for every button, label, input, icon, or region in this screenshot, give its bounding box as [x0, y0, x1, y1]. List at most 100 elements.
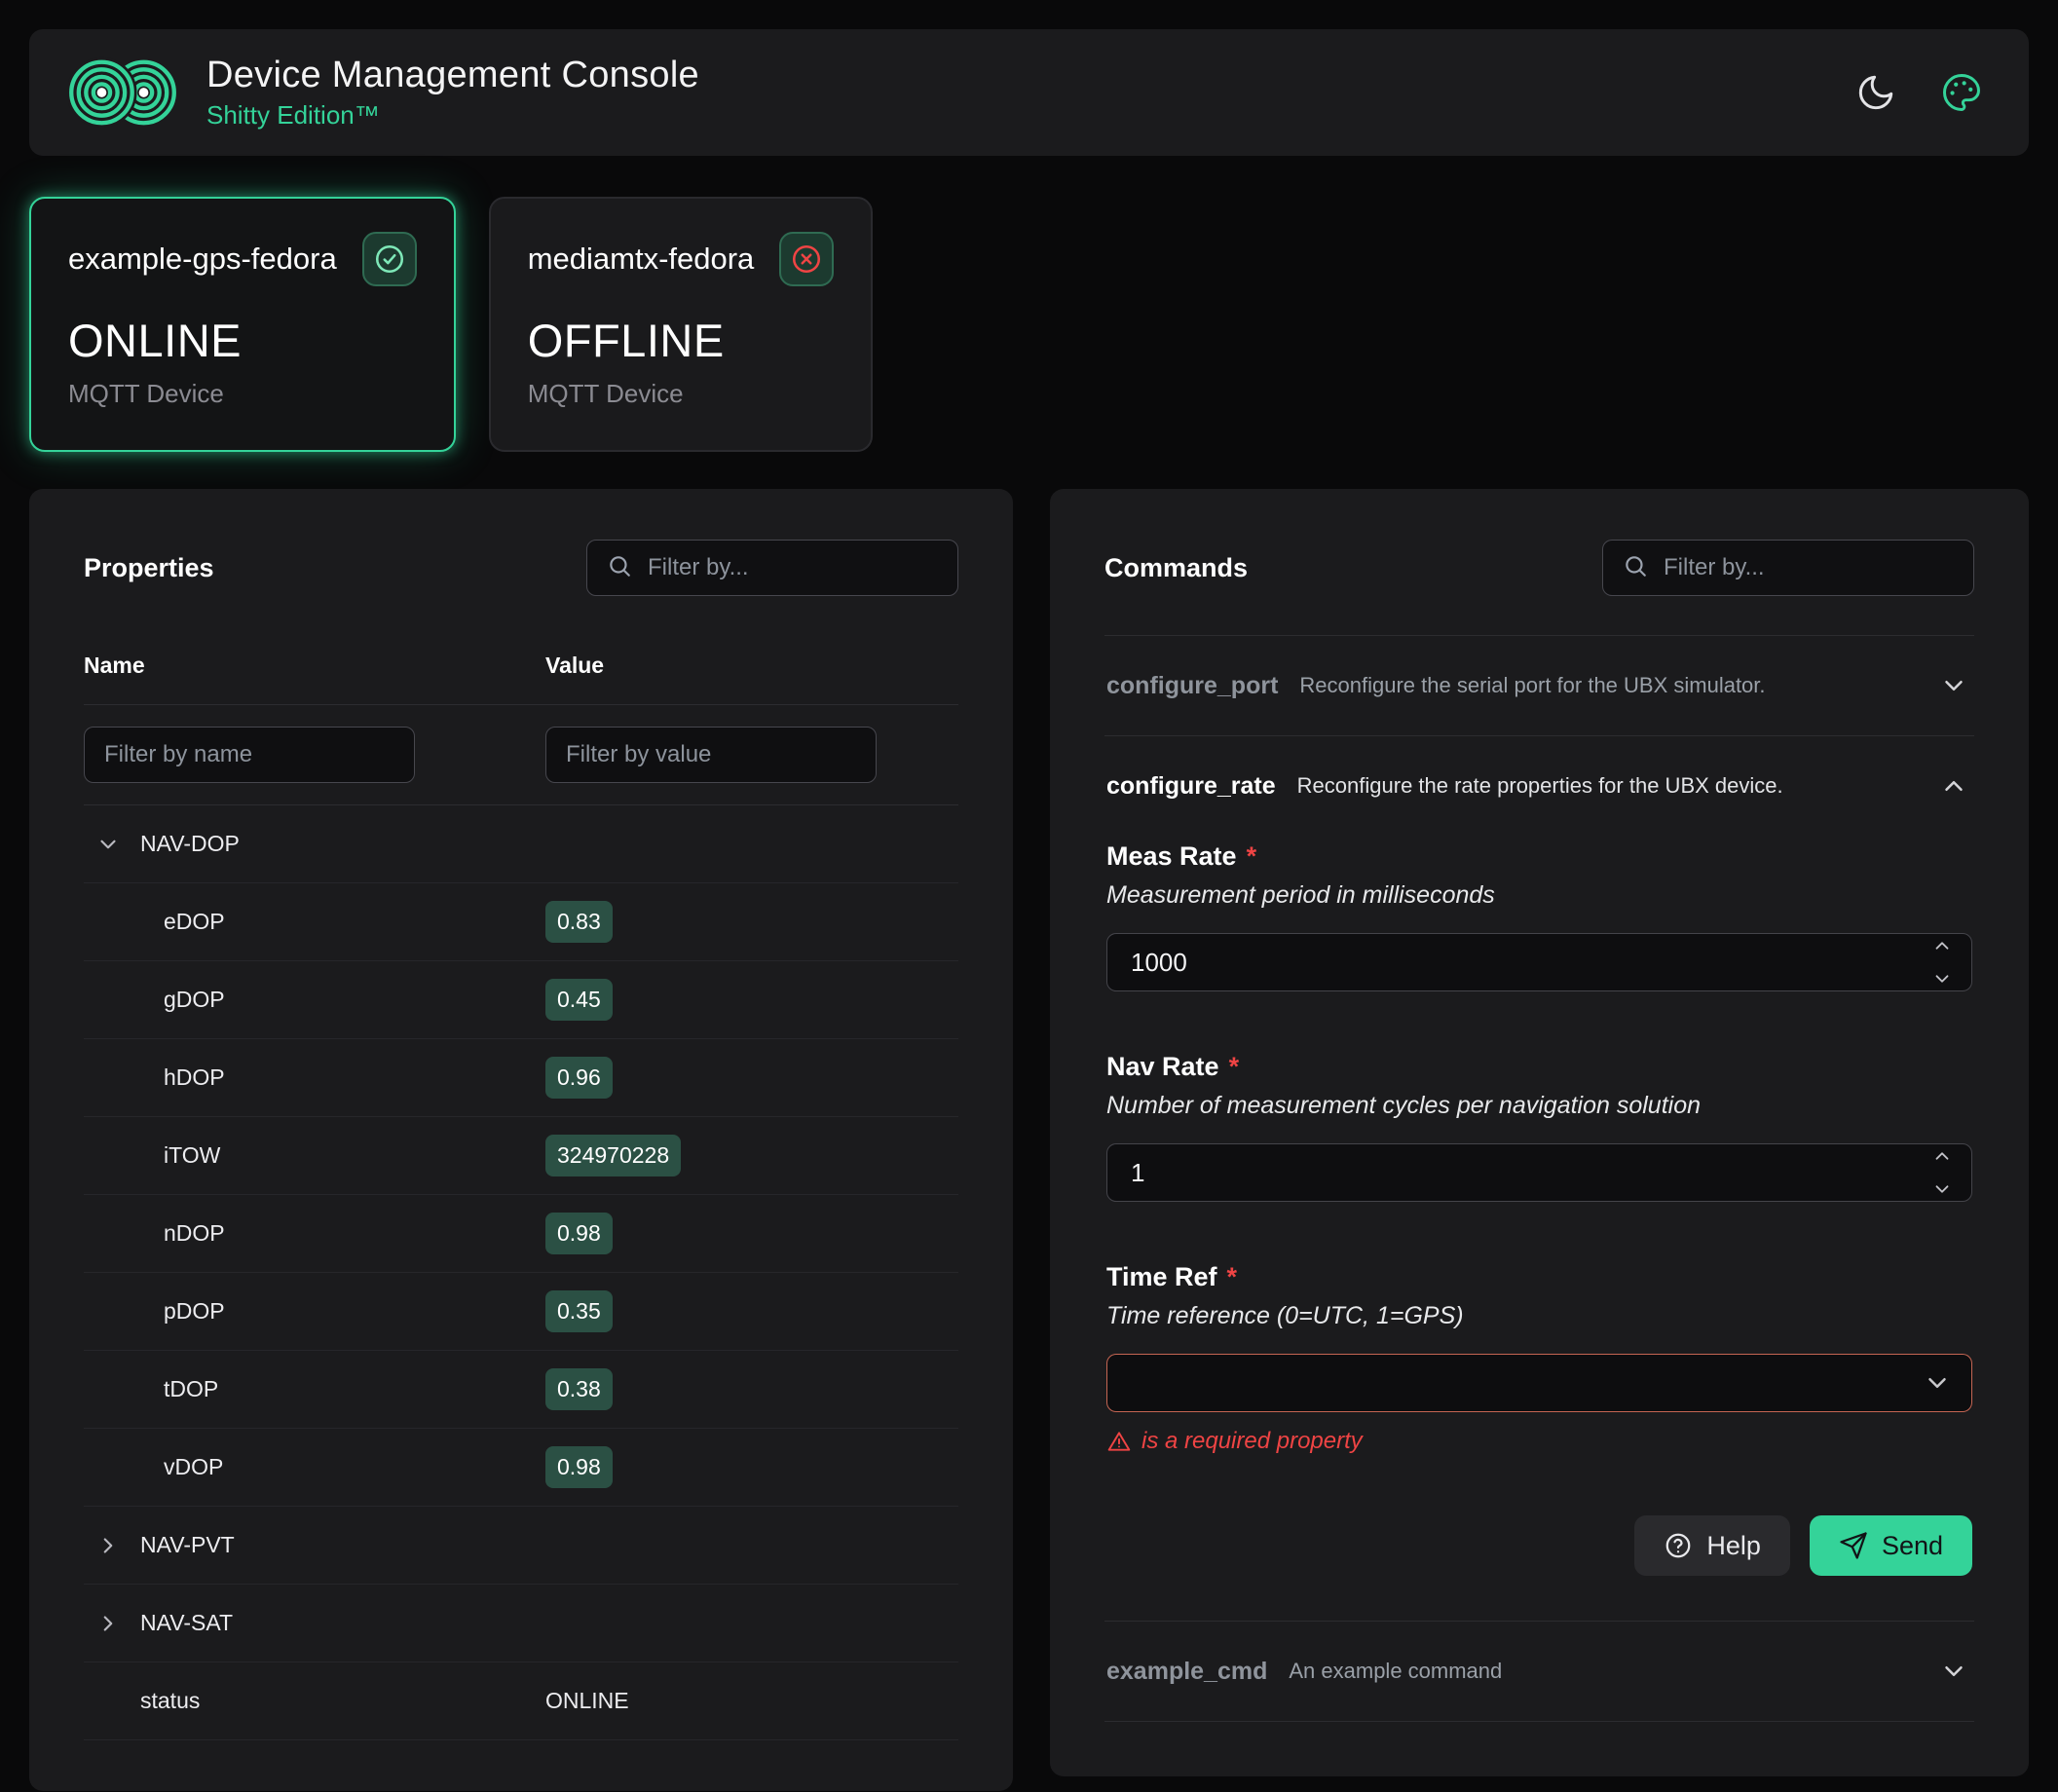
spinner-up-button[interactable]: [1931, 1145, 1953, 1167]
device-status-badge: [779, 232, 834, 286]
spinner-down-button[interactable]: [1931, 968, 1953, 989]
command-name: configure_port: [1106, 672, 1278, 700]
field-description: Number of measurement cycles per navigat…: [1106, 1092, 1972, 1120]
chevron-down-icon: [95, 832, 121, 857]
property-label: status: [140, 1688, 200, 1714]
property-value-cell: 0.83: [545, 901, 958, 943]
field-label-text: Meas Rate: [1106, 841, 1237, 871]
main-content: Properties Name Value: [29, 489, 2029, 1791]
property-label: hDOP: [164, 1064, 225, 1091]
help-button[interactable]: Help: [1634, 1515, 1790, 1576]
command-header-configure_port[interactable]: configure_portReconfigure the serial por…: [1104, 636, 1974, 735]
property-row-eDOP: eDOP0.83: [84, 883, 958, 961]
property-value-cell: ONLINE: [545, 1688, 958, 1714]
property-value-cell: 0.98: [545, 1446, 958, 1488]
chevron-right-icon: [95, 1611, 121, 1636]
commands-panel: Commands configure_portReconfigure the s…: [1050, 489, 2029, 1776]
chevron-up-icon: [1931, 1155, 1953, 1170]
commands-title: Commands: [1104, 553, 1248, 583]
property-value: ONLINE: [545, 1688, 629, 1713]
property-row-NAV-SAT[interactable]: NAV-SAT: [84, 1585, 958, 1662]
field-time-ref: Time Ref * Time reference (0=UTC, 1=GPS) is…: [1106, 1262, 1972, 1455]
number-input[interactable]: [1106, 933, 1972, 991]
command-header-configure_rate[interactable]: configure_rateReconfigure the rate prope…: [1104, 736, 1974, 836]
property-value-cell: 0.38: [545, 1368, 958, 1410]
field-label-text: Time Ref: [1106, 1262, 1217, 1291]
device-type: MQTT Device: [528, 379, 835, 409]
alert-triangle-icon: [1106, 1429, 1132, 1454]
field-error-text: is a required property: [1141, 1428, 1363, 1455]
property-value: 0.98: [545, 1446, 613, 1488]
property-name-cell: eDOP: [84, 909, 545, 935]
spinner-up-button[interactable]: [1931, 935, 1953, 956]
chevron-down-icon: [1939, 1657, 1968, 1686]
spinner: [1931, 933, 1953, 991]
field-error: is a required property: [1106, 1428, 1972, 1455]
send-icon: [1839, 1531, 1868, 1560]
moon-icon: [1855, 101, 1896, 116]
device-card-example-gps-fedora[interactable]: example-gps-fedoraONLINEMQTT Device: [29, 197, 456, 452]
commands-filter-input[interactable]: [1664, 554, 1954, 581]
property-row-nDOP: nDOP0.98: [84, 1195, 958, 1273]
spinner-down-button[interactable]: [1931, 1178, 1953, 1200]
command-header-example_cmd[interactable]: example_cmdAn example command: [1104, 1622, 1974, 1721]
app-subtitle: Shitty Edition™: [206, 100, 699, 131]
help-circle-icon: [1664, 1531, 1693, 1560]
device-card-top: mediamtx-fedora: [528, 232, 835, 286]
properties-table: Name Value NAV-DOPeDOP0.83gDOP0.45hDOP0.…: [29, 631, 1013, 1740]
commands-panel-head: Commands: [1050, 489, 2029, 631]
property-row-gDOP: gDOP0.45: [84, 961, 958, 1039]
form-actions: Help Send: [1106, 1515, 1972, 1576]
required-asterisk: *: [1227, 1262, 1238, 1291]
command-section-configure_port: configure_portReconfigure the serial por…: [1104, 636, 1974, 736]
send-button[interactable]: Send: [1810, 1515, 1972, 1576]
property-row-NAV-DOP[interactable]: NAV-DOP: [84, 805, 958, 883]
properties-column-filters: [84, 705, 958, 805]
name-filter-input[interactable]: [84, 727, 415, 783]
command-name: configure_rate: [1106, 772, 1276, 801]
property-label: iTOW: [164, 1142, 220, 1169]
number-input[interactable]: [1106, 1143, 1972, 1202]
select-input[interactable]: [1106, 1354, 1972, 1412]
property-label: vDOP: [164, 1454, 223, 1480]
column-header-name: Name: [84, 653, 545, 679]
property-row-NAV-PVT[interactable]: NAV-PVT: [84, 1507, 958, 1585]
device-card-list: example-gps-fedoraONLINEMQTT Devicemedia…: [29, 197, 2029, 452]
properties-filter-input[interactable]: [648, 554, 938, 581]
number-input-wrap: [1106, 1143, 1972, 1202]
field-description: Measurement period in milliseconds: [1106, 881, 1972, 910]
properties-panel: Properties Name Value: [29, 489, 1013, 1791]
value-filter-input[interactable]: [545, 727, 877, 783]
property-name-cell: NAV-SAT: [84, 1610, 545, 1636]
command-list: configure_portReconfigure the serial por…: [1104, 635, 1974, 1722]
property-value: 0.98: [545, 1213, 613, 1254]
search-icon: [607, 553, 632, 583]
property-name-cell: nDOP: [84, 1220, 545, 1247]
property-row-status: status ONLINE: [84, 1662, 958, 1740]
field-label: Time Ref *: [1106, 1262, 1972, 1292]
properties-filter: [586, 540, 958, 596]
palette-icon: [1941, 101, 1982, 116]
property-value-cell: 0.45: [545, 979, 958, 1021]
properties-panel-head: Properties: [29, 489, 1013, 631]
commands-filter: [1602, 540, 1974, 596]
property-row-vDOP: vDOP 0.98: [84, 1429, 958, 1507]
palette-button[interactable]: [1941, 72, 1982, 113]
page: Device Management Console Shitty Edition…: [0, 29, 2058, 1792]
property-row-iTOW: iTOW324970228: [84, 1117, 958, 1195]
command-section-example_cmd: example_cmdAn example command: [1104, 1622, 1974, 1722]
theme-toggle-button[interactable]: [1855, 72, 1896, 113]
property-row-tDOP: tDOP0.38: [84, 1351, 958, 1429]
property-name-cell: tDOP: [84, 1376, 545, 1402]
device-card-mediamtx-fedora[interactable]: mediamtx-fedoraOFFLINEMQTT Device: [489, 197, 874, 452]
command-form: Meas Rate * Measurement period in millisec…: [1104, 836, 1974, 1576]
properties-title: Properties: [84, 553, 214, 583]
field-description: Time reference (0=UTC, 1=GPS): [1106, 1302, 1972, 1330]
help-button-label: Help: [1706, 1531, 1761, 1561]
app-header: Device Management Console Shitty Edition…: [29, 29, 2029, 156]
property-name-cell: NAV-PVT: [84, 1532, 545, 1558]
property-value-cell: 0.35: [545, 1290, 958, 1332]
chevron-right-icon: [95, 1533, 121, 1558]
property-name-cell: vDOP: [84, 1454, 545, 1480]
chevron-down-icon: [1931, 978, 1953, 992]
